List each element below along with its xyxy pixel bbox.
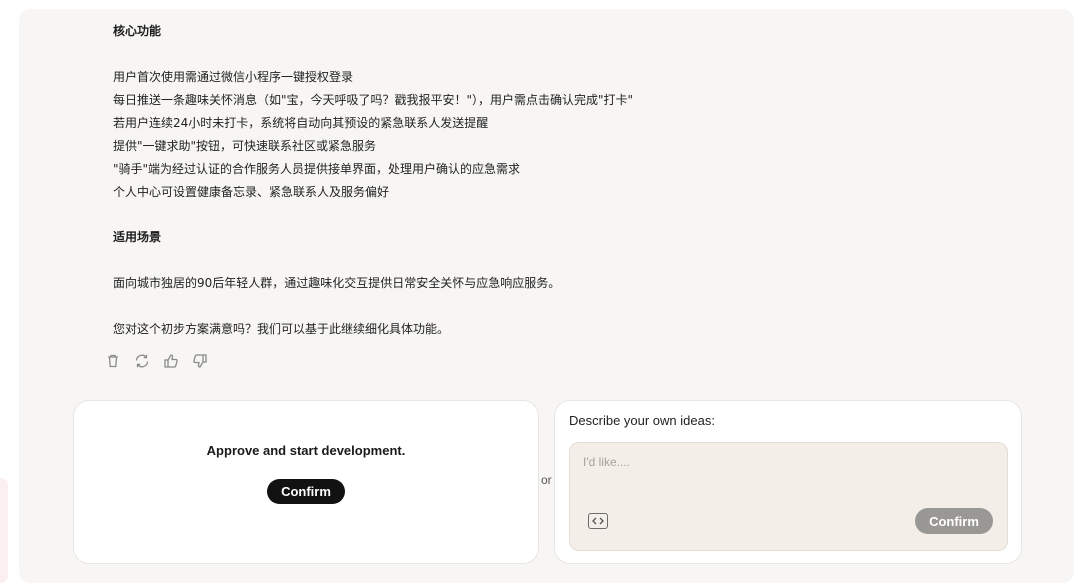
feature-line: 用户首次使用需通过微信小程序一键授权登录 [113, 70, 354, 84]
ideas-input[interactable] [583, 455, 993, 469]
thumbs-down-icon[interactable] [191, 352, 209, 370]
feature-line: 每日推送一条趣味关怀消息（如"宝，今天呼吸了吗？戳我报平安！"），用户需点击确认… [113, 93, 634, 107]
feature-line: 提供"一键求助"按钮，可快速联系社区或紧急服务 [113, 139, 377, 153]
scenario-text: 面向城市独居的90后年轻人群，通过趣味化交互提供日常安全关怀与应急响应服务。 [113, 276, 561, 290]
message-actions [104, 352, 209, 370]
section-heading-features: 核心功能 [113, 24, 162, 38]
side-tab [0, 478, 8, 583]
confirm-approve-button[interactable]: Confirm [267, 479, 345, 504]
ideas-input-box: Confirm [569, 442, 1008, 551]
section-heading-scenarios: 适用场景 [113, 230, 162, 244]
refresh-icon[interactable] [133, 352, 151, 370]
approve-text: Approve and start development. [206, 443, 406, 458]
feature-line: 个人中心可设置健康备忘录、紧急联系人及服务偏好 [113, 185, 390, 199]
feature-line: 若用户连续24小时未打卡，系统将自动向其预设的紧急联系人发送提醒 [113, 116, 489, 130]
or-separator: or [541, 473, 552, 487]
thumbs-up-icon[interactable] [162, 352, 180, 370]
trash-icon[interactable] [104, 352, 122, 370]
code-icon[interactable] [588, 513, 608, 529]
approve-card: Approve and start development. Confirm [73, 400, 539, 564]
custom-ideas-card: Describe your own ideas: Confirm [554, 400, 1022, 564]
ideas-label: Describe your own ideas: [569, 413, 715, 428]
closing-question: 您对这个初步方案满意吗？我们可以基于此继续细化具体功能。 [113, 322, 450, 336]
feature-line: "骑手"端为经过认证的合作服务人员提供接单界面，处理用户确认的应急需求 [113, 162, 521, 176]
confirm-ideas-button[interactable]: Confirm [915, 508, 993, 534]
